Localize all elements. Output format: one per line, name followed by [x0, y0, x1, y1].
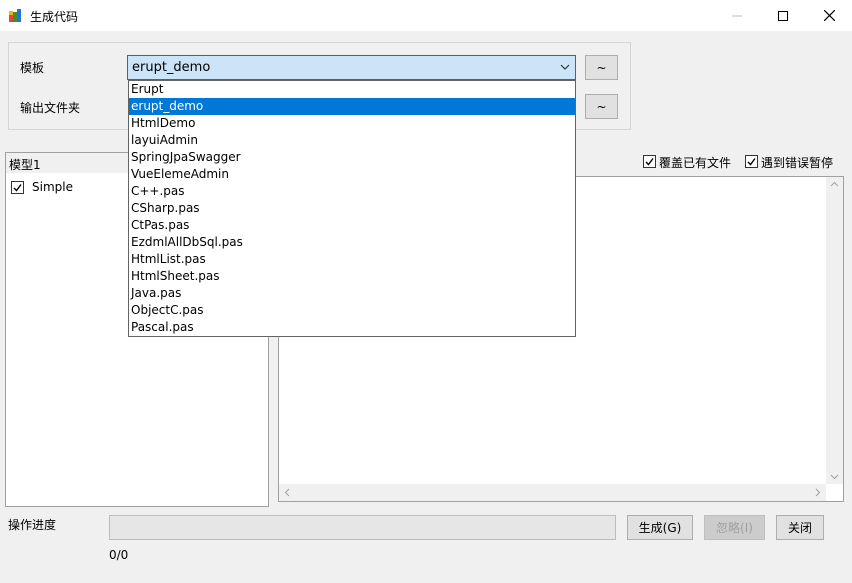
dropdown-option[interactable]: Java.pas	[129, 285, 575, 302]
template-combobox-value: erupt_demo	[132, 60, 211, 75]
dropdown-option[interactable]: SpringJpaSwagger	[129, 149, 575, 166]
template-browse-button[interactable]: ~	[585, 55, 618, 80]
pause-on-error-option[interactable]: 遇到错误暂停	[745, 154, 845, 170]
scroll-up-icon[interactable]	[830, 181, 839, 187]
generate-button[interactable]: 生成(G)	[627, 515, 693, 540]
template-combobox[interactable]: erupt_demo	[127, 55, 576, 80]
progress-text: 0/0	[109, 548, 129, 562]
dropdown-option[interactable]: CtPas.pas	[129, 217, 575, 234]
dropdown-option[interactable]: HtmlSheet.pas	[129, 268, 575, 285]
pause-on-error-checkbox[interactable]	[745, 155, 758, 168]
output-browse-button[interactable]: ~	[585, 94, 618, 119]
dropdown-option[interactable]: HtmlDemo	[129, 115, 575, 132]
model-checkbox[interactable]	[11, 181, 24, 194]
dropdown-option[interactable]: Pascal.pas	[129, 319, 575, 336]
maximize-button[interactable]	[760, 0, 806, 31]
ignore-button[interactable]: 忽略(I)	[704, 515, 765, 540]
model-item-label: Simple	[32, 180, 73, 194]
overwrite-option[interactable]: 覆盖已有文件	[643, 154, 738, 170]
checkmark-icon	[747, 158, 756, 166]
output-folder-label: 输出文件夹	[20, 101, 81, 115]
dropdown-option[interactable]: ObjectC.pas	[129, 302, 575, 319]
progress-label: 操作进度	[8, 518, 57, 532]
dropdown-option[interactable]: Erupt	[129, 81, 575, 98]
template-label: 模板	[20, 61, 45, 75]
pause-on-error-label: 遇到错误暂停	[761, 156, 834, 170]
dropdown-option[interactable]: CSharp.pas	[129, 200, 575, 217]
minimize-icon	[732, 15, 742, 16]
progress-bar	[109, 515, 616, 540]
scroll-right-icon[interactable]	[815, 488, 821, 497]
dropdown-option-selected[interactable]: erupt_demo	[129, 98, 575, 115]
overwrite-label: 覆盖已有文件	[659, 156, 732, 170]
close-window-button[interactable]	[806, 0, 852, 31]
checkmark-icon	[13, 184, 22, 192]
dropdown-option[interactable]: EzdmlAllDbSql.pas	[129, 234, 575, 251]
dropdown-option[interactable]: C++.pas	[129, 183, 575, 200]
overwrite-checkbox[interactable]	[643, 155, 656, 168]
dropdown-option[interactable]: layuiAdmin	[129, 132, 575, 149]
close-icon	[823, 10, 835, 21]
horizontal-scrollbar[interactable]	[279, 484, 826, 501]
vertical-scrollbar[interactable]	[826, 177, 843, 484]
window-title: 生成代码	[30, 10, 79, 24]
tab-model1-label: 模型1	[9, 158, 41, 172]
title-bar: 生成代码	[0, 0, 852, 31]
scroll-down-icon[interactable]	[830, 474, 839, 480]
maximize-icon	[778, 10, 788, 21]
scroll-left-icon[interactable]	[284, 488, 290, 497]
list-item[interactable]: Simple	[11, 180, 131, 197]
dropdown-option[interactable]: VueElemeAdmin	[129, 166, 575, 183]
close-button[interactable]: 关闭	[776, 515, 824, 540]
checkmark-icon	[645, 158, 654, 166]
template-dropdown-list[interactable]: Erupt erupt_demo HtmlDemo layuiAdmin Spr…	[128, 80, 576, 337]
dropdown-option[interactable]: HtmlList.pas	[129, 251, 575, 268]
app-icon	[9, 9, 21, 22]
minimize-button[interactable]	[714, 0, 760, 31]
chevron-down-icon[interactable]	[559, 60, 571, 74]
